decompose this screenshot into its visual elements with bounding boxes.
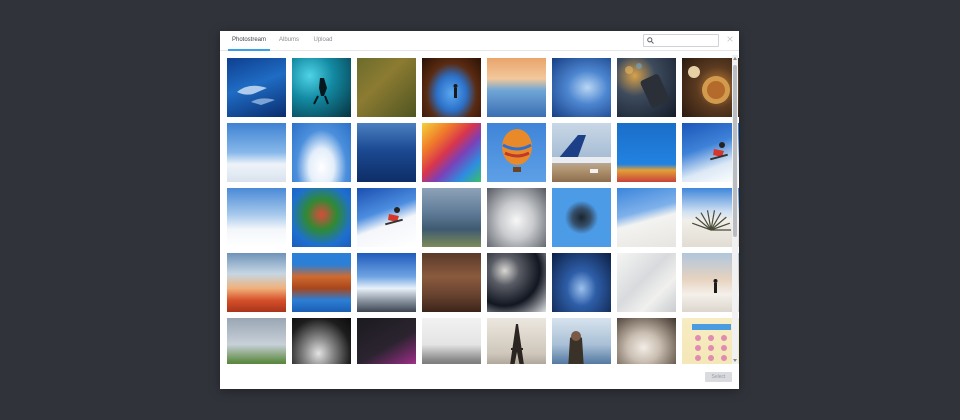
tab-photostream-label: Photostream (231, 37, 267, 43)
select-button[interactable]: Select (705, 372, 732, 382)
photo-thumbnail-aerial-vineyard[interactable] (357, 58, 416, 117)
photo-thumbnail-dark-workshop[interactable] (357, 318, 416, 364)
photo-thumbnail-planet-desert[interactable] (227, 253, 286, 312)
photo-thumbnail-ski-jump[interactable] (357, 188, 416, 247)
photo-thumbnail-phone-bokeh[interactable] (617, 58, 676, 117)
photo-thumbnail-food-bowls[interactable] (682, 58, 739, 117)
tab-upload[interactable]: Upload (310, 31, 336, 49)
photo-thumbnail-blue-wave-light[interactable] (552, 58, 611, 117)
photo-thumbnail-dolphins-underwater[interactable] (227, 58, 286, 117)
tab-bar: Photostream Albums Upload (220, 31, 739, 51)
photo-thumbnail-blue-sweets[interactable] (617, 123, 676, 182)
photo-thumbnail-rainbow-pencils[interactable] (422, 123, 481, 182)
photo-thumbnail-sky-over-mountains[interactable] (357, 253, 416, 312)
photo-thumbnail-sand-texture[interactable] (617, 253, 676, 312)
search-input[interactable] (656, 35, 714, 46)
photo-thumbnail-clouds-blue-sky[interactable] (292, 123, 351, 182)
photo-thumbnail-airplane-tail[interactable] (552, 123, 611, 182)
scrollbar[interactable] (732, 55, 738, 364)
photo-thumbnail-lake-island[interactable] (422, 188, 481, 247)
photo-thumbnail-snowy-mountain[interactable] (227, 123, 286, 182)
photo-thumbnail-blue-wave-night[interactable] (552, 253, 611, 312)
photo-thumbnail-moon-earth[interactable] (487, 253, 546, 312)
photo-thumbnail-vegetable-art[interactable] (292, 188, 351, 247)
tab-upload-label: Upload (313, 37, 333, 43)
photo-thumbnail-desert-city[interactable] (422, 253, 481, 312)
tab-albums[interactable]: Albums (276, 31, 302, 49)
dialog-footer: Select (220, 365, 739, 389)
photo-thumbnail-alps-ski[interactable] (227, 188, 286, 247)
photo-thumbnail-scuba-diver[interactable] (292, 58, 351, 117)
tab-photostream[interactable]: Photostream (228, 31, 270, 51)
scrollbar-thumb[interactable] (733, 65, 737, 237)
photo-thumbnail-sunset-sea[interactable] (487, 58, 546, 117)
photo-thumbnail-red-rock-reflection[interactable] (292, 253, 351, 312)
photo-thumbnail-eiffel-tower[interactable] (487, 318, 546, 364)
scroll-up-icon[interactable] (733, 57, 737, 60)
tab-albums-label: Albums (278, 37, 299, 43)
photo-thumbnail-desert-plant[interactable] (682, 188, 739, 247)
photo-thumbnail-man-by-water[interactable] (552, 318, 611, 364)
photo-thumbnail-snowy-range[interactable] (422, 318, 481, 364)
photo-thumbnail-dog-portrait[interactable] (292, 318, 351, 364)
photo-thumbnail-glacier-aerial[interactable] (487, 188, 546, 247)
photo-grid (220, 51, 739, 364)
photo-thumbnail-snow-peak-person[interactable] (682, 253, 739, 312)
search-icon (647, 37, 654, 44)
close-icon[interactable] (726, 35, 734, 43)
photo-thumbnail-snowboard-rider[interactable] (682, 123, 739, 182)
photo-thumbnail-woman-portrait[interactable] (617, 318, 676, 364)
photo-thumbnail-spiky-sphere[interactable] (552, 188, 611, 247)
photo-picker-dialog: Photostream Albums Upload Select (220, 31, 739, 389)
photo-thumbnail-cartoon-poster[interactable] (682, 318, 739, 364)
photo-thumbnail-white-dunes[interactable] (617, 188, 676, 247)
photo-thumbnail-green-valley[interactable] (227, 318, 286, 364)
photo-thumbnail-rock-arch[interactable] (422, 58, 481, 117)
photo-thumbnail-hot-air-balloon[interactable] (487, 123, 546, 182)
scroll-down-icon[interactable] (733, 359, 737, 362)
photo-thumbnail-harbor-night[interactable] (357, 123, 416, 182)
search-box (643, 34, 719, 47)
